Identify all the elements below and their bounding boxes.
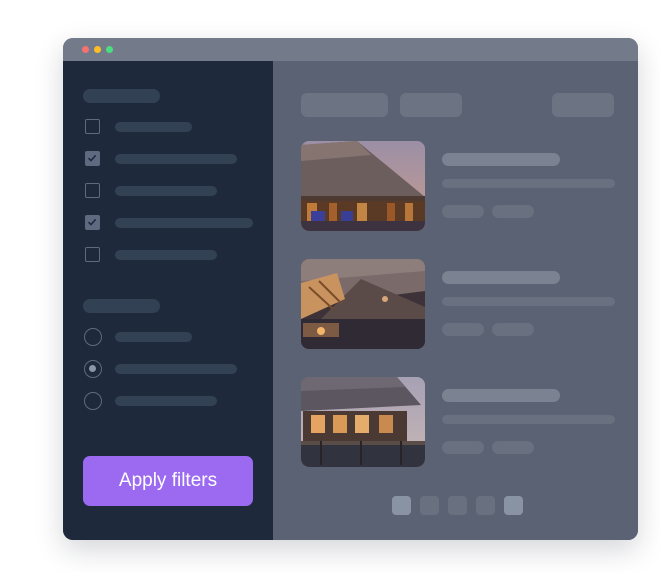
filter-group-heading (83, 89, 160, 103)
check-icon (87, 154, 97, 162)
filter-radio-3[interactable] (84, 392, 102, 410)
result-card-title (442, 153, 560, 166)
result-card-image[interactable] (301, 141, 425, 231)
result-card-tag (492, 205, 534, 218)
page-button-4[interactable] (476, 496, 495, 515)
result-card-tag (442, 323, 484, 336)
filter-radio-label (115, 364, 237, 374)
filter-checkbox-2[interactable] (85, 151, 100, 166)
results-panel (273, 61, 638, 540)
result-card-tag (492, 323, 534, 336)
result-card-description (442, 297, 615, 306)
page-button-1[interactable] (392, 496, 411, 515)
filter-checkbox-label (115, 122, 192, 132)
result-card-title (442, 389, 560, 402)
filter-checkbox-5[interactable] (85, 247, 100, 262)
check-icon (87, 218, 97, 226)
page-button-3[interactable] (448, 496, 467, 515)
result-card-description (442, 179, 615, 188)
result-card-tag (442, 441, 484, 454)
filter-checkbox-1[interactable] (85, 119, 100, 134)
close-window-button[interactable] (82, 46, 89, 53)
maximize-window-button[interactable] (106, 46, 113, 53)
apply-filters-button[interactable]: Apply filters (83, 456, 253, 506)
filter-radio-label (115, 396, 217, 406)
result-card-image[interactable] (301, 259, 425, 349)
filter-checkbox-label (115, 186, 217, 196)
thatched-roof-interior-photo (301, 259, 425, 349)
filter-checkbox-label (115, 154, 237, 164)
title-bar (63, 38, 638, 61)
thatched-resort-photo (301, 141, 425, 231)
filter-sidebar: Apply filters (63, 61, 273, 540)
result-card-tag (442, 205, 484, 218)
sort-button[interactable] (552, 93, 614, 117)
filter-radio-label (115, 332, 192, 342)
result-card-title (442, 271, 560, 284)
overwater-bungalow-photo (301, 377, 425, 467)
filter-radio-1[interactable] (84, 328, 102, 346)
result-card-tag (492, 441, 534, 454)
filter-radio-2[interactable] (84, 360, 102, 378)
app-window: Apply filters (63, 38, 638, 540)
page-button-5[interactable] (504, 496, 523, 515)
result-card-image[interactable] (301, 377, 425, 467)
toolbar-chip[interactable] (400, 93, 462, 117)
filter-checkbox-3[interactable] (85, 183, 100, 198)
page-button-2[interactable] (420, 496, 439, 515)
filter-checkbox-label (115, 250, 217, 260)
radio-dot-icon (89, 365, 96, 372)
filter-group-heading (83, 299, 160, 313)
toolbar-chip[interactable] (301, 93, 388, 117)
minimize-window-button[interactable] (94, 46, 101, 53)
result-card-description (442, 415, 615, 424)
filter-checkbox-label (115, 218, 253, 228)
filter-checkbox-4[interactable] (85, 215, 100, 230)
